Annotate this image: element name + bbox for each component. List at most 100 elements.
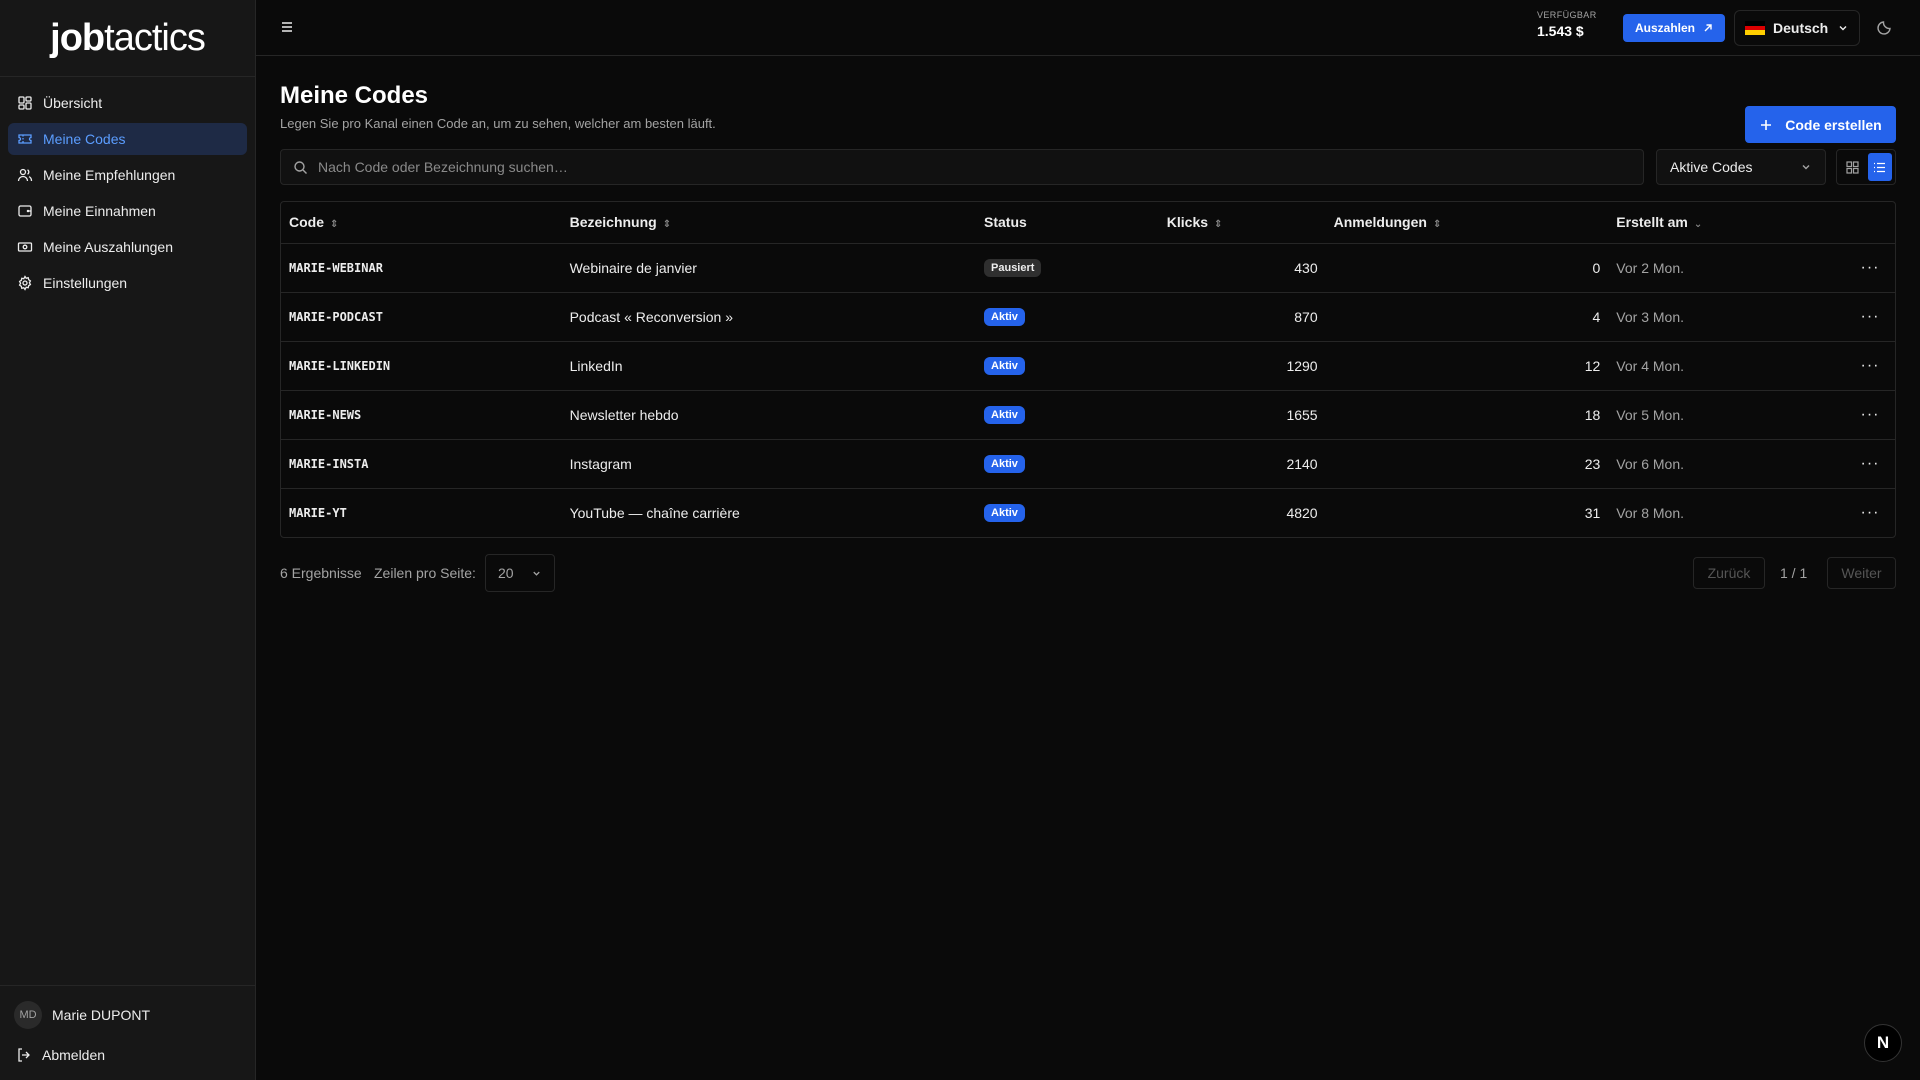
created-cell: Vor 2 Mon.	[1608, 243, 1845, 293]
header-label: Anmeldungen	[1333, 214, 1427, 231]
table-row[interactable]: MARIE-NEWS Newsletter hebdo Aktiv 1655 1…	[281, 390, 1895, 440]
chevron-down-icon	[533, 571, 540, 576]
column-header-clicks[interactable]: Klicks ⇕	[1158, 202, 1326, 244]
more-horizontal-icon: ···	[1860, 307, 1880, 325]
signups-cell: 18	[1325, 390, 1609, 440]
sidebar-nav: Übersicht Meine Codes Meine Empfehlungen…	[0, 77, 255, 313]
create-code-button[interactable]: Code erstellen	[1745, 106, 1896, 143]
menu-toggle-button[interactable]	[278, 18, 296, 36]
floating-action-button[interactable]: N	[1864, 1024, 1902, 1062]
codes-table: Code ⇕ Bezeichnung ⇕ Status Klicks ⇕ Anmeld…	[280, 201, 1896, 538]
header-label: Code	[289, 214, 324, 231]
logo-bold-text: job	[50, 16, 105, 59]
previous-page-button[interactable]: Zurück	[1693, 557, 1765, 589]
balance-label: VERFÜGBAR	[1537, 10, 1597, 20]
sidebar-footer: MD Marie DUPONT Abmelden	[0, 985, 255, 1080]
status-cell: Aktiv	[976, 439, 1159, 489]
top-bar: VERFÜGBAR 1.543 $ Auszahlen Deutsch	[256, 0, 1920, 56]
status-cell: Aktiv	[976, 390, 1159, 440]
column-header-created[interactable]: Erstellt am ⌄	[1608, 202, 1845, 244]
status-badge: Aktiv	[984, 308, 1025, 326]
column-header-label[interactable]: Bezeichnung ⇕	[561, 202, 977, 244]
created-cell: Vor 4 Mon.	[1608, 341, 1845, 391]
logout-button[interactable]: Abmelden	[14, 1040, 241, 1070]
status-cell: Pausiert	[976, 243, 1159, 293]
sidebar-item-label: Meine Auszahlungen	[43, 239, 173, 255]
sidebar-item-label: Übersicht	[43, 95, 103, 111]
chevron-down-icon	[1839, 26, 1847, 31]
page-title: Meine Codes	[280, 82, 429, 109]
row-actions-button[interactable]: ···	[1844, 439, 1895, 489]
sidebar-item-settings[interactable]: Einstellungen	[8, 267, 247, 299]
search-input[interactable]	[318, 159, 1631, 175]
label-cell: LinkedIn	[561, 341, 977, 391]
column-header-signups[interactable]: Anmeldungen ⇕	[1325, 202, 1609, 244]
created-cell: Vor 8 Mon.	[1616, 504, 1684, 521]
signups-cell: 31	[1584, 504, 1601, 521]
sidebar-item-overview[interactable]: Übersicht	[8, 87, 247, 119]
user-profile[interactable]: MD Marie DUPONT	[14, 1000, 241, 1030]
code-cell: MARIE-YT	[289, 505, 347, 520]
row-actions-button[interactable]: ···	[1844, 341, 1895, 391]
more-horizontal-icon: ···	[1860, 258, 1880, 276]
clicks-cell: 430	[1158, 243, 1326, 293]
table-row[interactable]: MARIE-LINKEDIN LinkedIn Aktiv 1290 12 Vo…	[281, 341, 1895, 391]
pagination: 6 Ergebnisse Zeilen pro Seite: 20 Zurück…	[280, 554, 1896, 592]
row-actions-button[interactable]: ···	[1845, 488, 1895, 537]
list-view-button[interactable]	[1867, 153, 1892, 181]
language-label: Deutsch	[1773, 20, 1829, 36]
sort-icon: ⇕	[1214, 219, 1223, 231]
column-header-actions	[1844, 202, 1895, 244]
label-cell: Instagram	[561, 439, 977, 489]
logo-light-text: tactics	[104, 16, 206, 59]
table-row[interactable]: MARIE-YT YouTube — chaîne carrière Aktiv…	[281, 488, 1895, 537]
label-cell: Newsletter hebdo	[561, 390, 977, 440]
banknote-icon	[17, 239, 33, 255]
logout-label: Abmelden	[42, 1047, 106, 1063]
theme-toggle-button[interactable]	[1876, 18, 1894, 36]
sidebar-item-referrals[interactable]: Meine Empfehlungen	[8, 159, 247, 191]
signups-cell: 4	[1325, 292, 1609, 342]
avatar: MD	[14, 1001, 42, 1029]
search-icon	[294, 160, 307, 174]
arrow-up-right-icon	[1704, 24, 1712, 32]
table-row[interactable]: MARIE-INSTA Instagram Aktiv 2140 23 Vor …	[281, 439, 1895, 489]
search-box	[280, 149, 1644, 185]
row-actions-button[interactable]: ···	[1844, 243, 1895, 293]
language-select[interactable]: Deutsch	[1734, 10, 1860, 46]
sidebar-item-label: Meine Empfehlungen	[43, 167, 176, 183]
brand-logo[interactable]: job tactics	[0, 0, 255, 77]
gear-icon	[17, 275, 33, 291]
german-flag-icon	[1745, 21, 1765, 36]
sidebar-item-codes[interactable]: Meine Codes	[8, 123, 247, 155]
prev-label: Zurück	[1707, 565, 1751, 581]
balance-display: VERFÜGBAR 1.543 $	[1537, 10, 1597, 39]
status-cell: Aktiv	[976, 341, 1159, 391]
code-cell: MARIE-NEWS	[281, 390, 562, 440]
payout-button[interactable]: Auszahlen	[1623, 14, 1725, 42]
chevron-down-icon	[1802, 165, 1810, 170]
page-indicator: 1 / 1	[1780, 565, 1808, 581]
sidebar-item-payouts[interactable]: Meine Auszahlungen	[8, 231, 247, 263]
row-actions-button[interactable]: ···	[1844, 292, 1895, 342]
column-header-code[interactable]: Code ⇕	[281, 202, 562, 244]
sidebar-item-label: Einstellungen	[43, 275, 128, 291]
more-horizontal-icon: ···	[1860, 454, 1880, 472]
table-row[interactable]: MARIE-PODCAST Podcast « Reconversion » A…	[281, 292, 1895, 342]
next-page-button[interactable]: Weiter	[1827, 557, 1896, 589]
clicks-cell: 4820	[1286, 504, 1318, 521]
status-filter-select[interactable]: Aktive Codes	[1656, 149, 1826, 185]
code-cell: MARIE-LINKEDIN	[281, 341, 562, 391]
sort-icon: ⇕	[1432, 219, 1442, 231]
label-cell: Webinaire de janvier	[561, 243, 977, 293]
header-label: Klicks	[1166, 214, 1209, 231]
sidebar-item-earnings[interactable]: Meine Einnahmen	[8, 195, 247, 227]
sort-desc-icon: ⌄	[1693, 219, 1703, 231]
row-actions-button[interactable]: ···	[1844, 390, 1895, 440]
signups-cell: 23	[1325, 439, 1609, 489]
table-row[interactable]: MARIE-WEBINAR Webinaire de janvier Pausi…	[281, 243, 1895, 293]
rows-per-page-select[interactable]: 20	[485, 554, 555, 592]
fab-label: N	[1876, 1033, 1890, 1052]
grid-view-button[interactable]	[1840, 153, 1865, 181]
code-cell: MARIE-INSTA	[281, 439, 562, 489]
